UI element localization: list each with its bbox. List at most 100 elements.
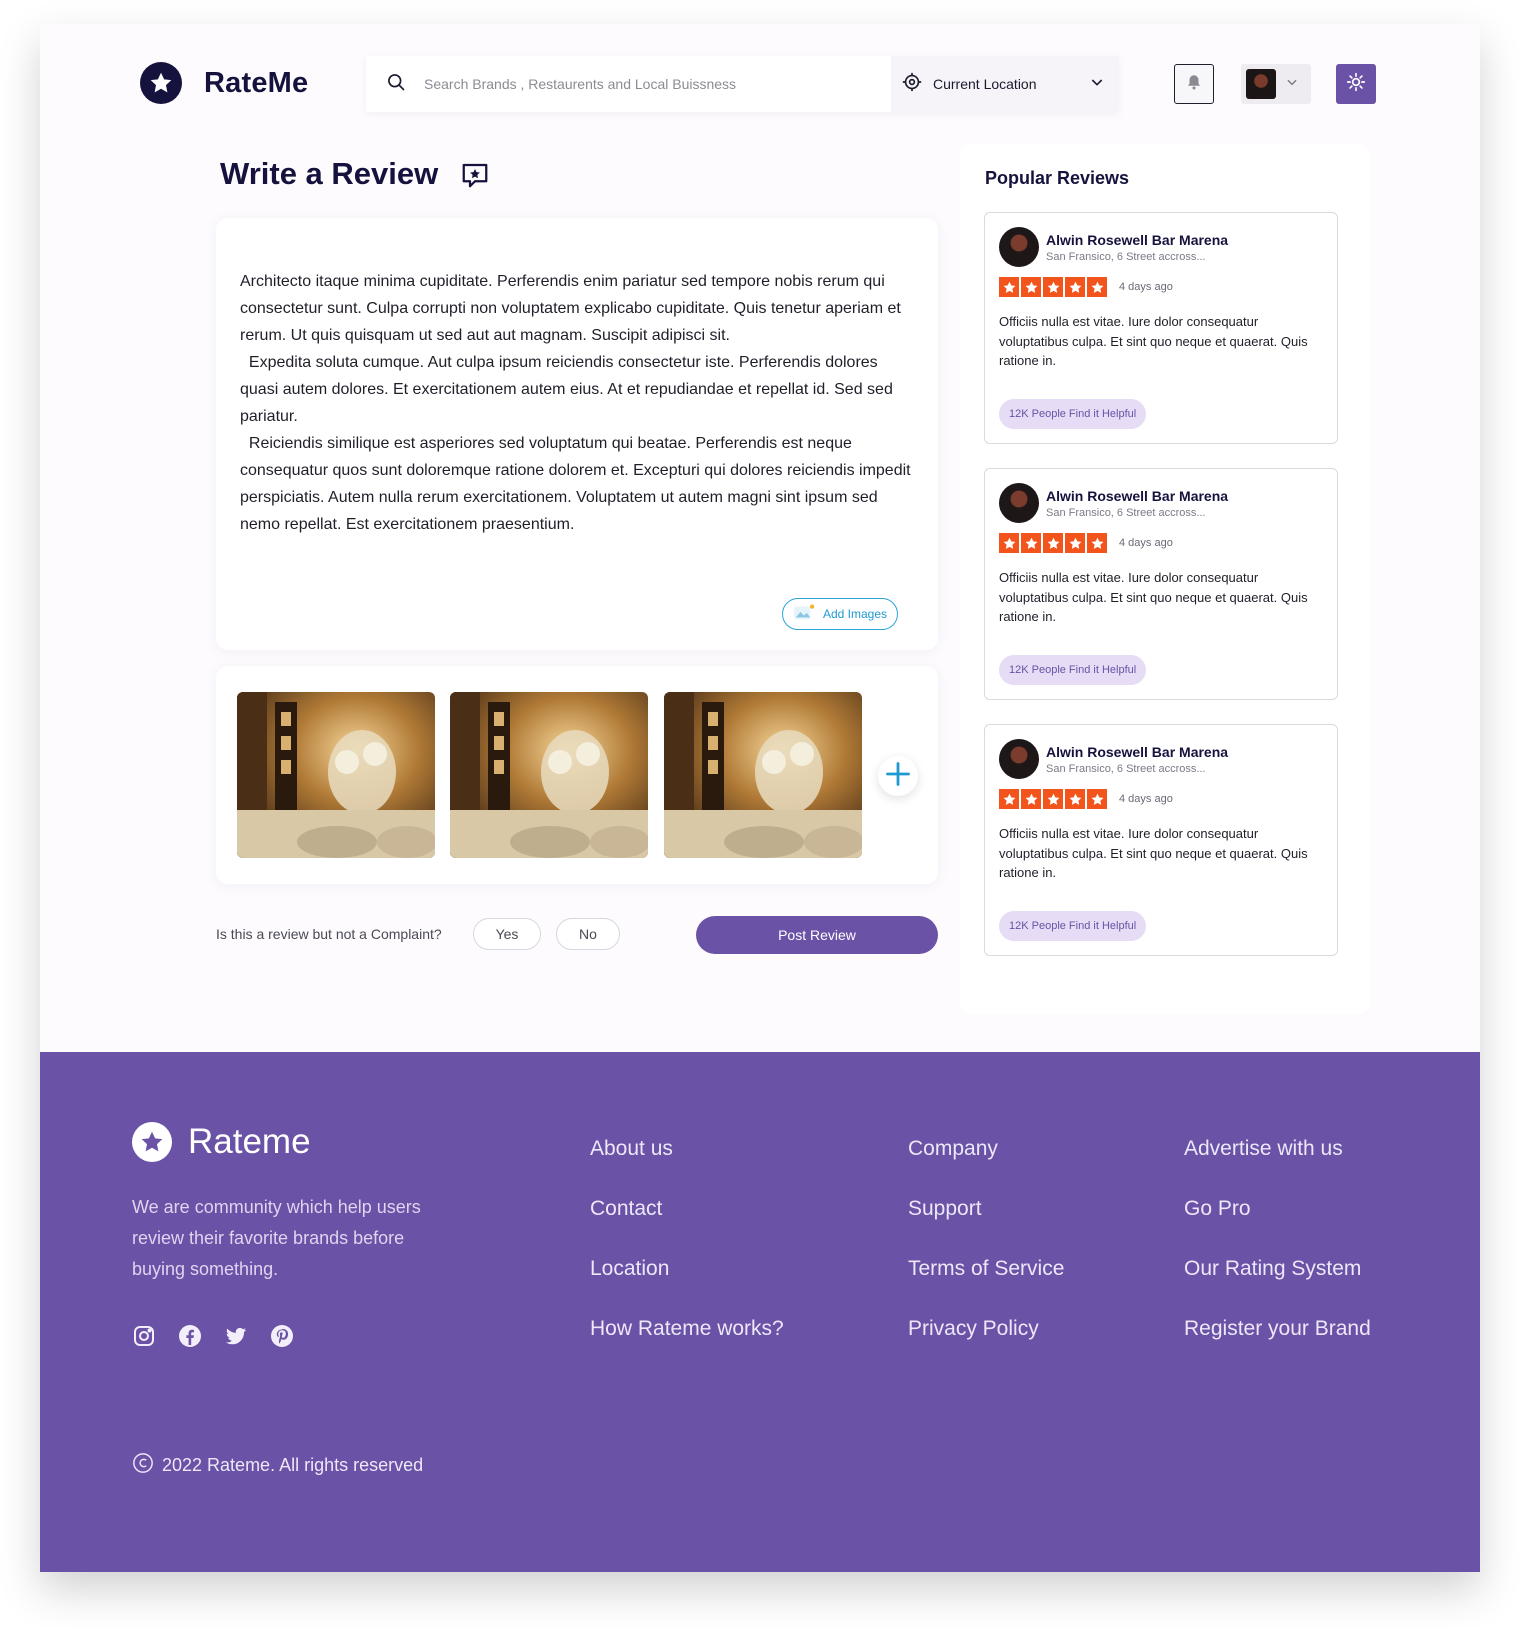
footer-link-location[interactable]: Location <box>590 1256 784 1316</box>
footer-column-business: Advertise with us Go Pro Our Rating Syst… <box>1184 1136 1371 1376</box>
star-icon <box>999 277 1019 297</box>
reviewer-name: Alwin Rosewell Bar Marena <box>1046 232 1229 248</box>
twitter-icon[interactable] <box>224 1324 248 1353</box>
pinterest-icon[interactable] <box>270 1324 294 1353</box>
footer-logo[interactable]: Rateme <box>132 1122 311 1162</box>
footer-link-rating-system[interactable]: Our Rating System <box>1184 1256 1371 1316</box>
brand-name: RateMe <box>204 66 309 99</box>
notifications-button[interactable] <box>1174 64 1214 104</box>
review-card[interactable]: Alwin Rosewell Bar Marena San Fransico, … <box>984 724 1338 956</box>
review-text: Officiis nulla est vitae. Iure dolor con… <box>999 570 1308 624</box>
chevron-down-icon <box>1285 75 1299 94</box>
search-bar: Current Location <box>366 56 1119 112</box>
star-icon <box>1021 277 1041 297</box>
review-card[interactable]: Alwin Rosewell Bar Marena San Fransico, … <box>984 212 1338 444</box>
footer-description: We are community which help users review… <box>132 1197 421 1279</box>
star-rating <box>999 277 1109 297</box>
star-rating <box>999 789 1109 809</box>
uploaded-image[interactable] <box>450 692 648 858</box>
copyright-icon <box>132 1452 154 1479</box>
footer-link-privacy[interactable]: Privacy Policy <box>908 1316 1064 1376</box>
footer-link-company[interactable]: Company <box>908 1136 1064 1196</box>
footer: Rateme We are community which help users… <box>40 1052 1480 1572</box>
review-card[interactable]: Alwin Rosewell Bar Marena San Fransico, … <box>984 468 1338 700</box>
add-images-button[interactable]: Add Images <box>781 598 898 630</box>
bell-icon <box>1185 72 1203 97</box>
reviewer-name: Alwin Rosewell Bar Marena <box>1046 488 1229 504</box>
review-text: Officiis nulla est vitae. Iure dolor con… <box>999 826 1308 880</box>
yes-button[interactable]: Yes <box>473 918 541 950</box>
copyright: 2022 Rateme. All rights reserved <box>132 1452 423 1479</box>
add-more-images-button[interactable] <box>878 756 918 796</box>
star-icon <box>1087 277 1107 297</box>
sidebar-title: Popular Reviews <box>985 168 1130 188</box>
star-icon <box>1043 277 1063 297</box>
avatar <box>999 483 1039 523</box>
no-button[interactable]: No <box>556 918 620 950</box>
page-title: Write a Review <box>220 156 439 191</box>
facebook-icon[interactable] <box>178 1324 202 1353</box>
avatar <box>999 227 1039 267</box>
uploaded-image[interactable] <box>237 692 435 858</box>
footer-brand-name: Rateme <box>188 1122 311 1161</box>
reviewer-location: San Fransico, 6 Street accross... <box>1046 251 1206 263</box>
add-images-label: Add Images <box>822 607 887 621</box>
review-star-icon <box>460 160 490 195</box>
popular-reviews-panel: Popular Reviews Alwin Rosewell Bar Maren… <box>960 144 1370 1014</box>
helpful-badge[interactable]: 12K People Find it Helpful <box>999 911 1147 941</box>
sun-icon <box>1346 72 1366 97</box>
star-icon <box>1043 533 1063 553</box>
profile-menu-button[interactable] <box>1241 64 1311 104</box>
uploaded-images-card <box>216 666 938 884</box>
star-icon <box>1021 533 1041 553</box>
chevron-down-icon <box>1089 74 1105 95</box>
star-logo-icon <box>140 62 182 104</box>
star-icon <box>1065 277 1085 297</box>
location-selector[interactable]: Current Location <box>891 56 1119 112</box>
footer-link-advertise[interactable]: Advertise with us <box>1184 1136 1371 1196</box>
social-links <box>132 1324 294 1353</box>
star-icon <box>1087 789 1107 809</box>
footer-link-go-pro[interactable]: Go Pro <box>1184 1196 1371 1256</box>
helpful-badge[interactable]: 12K People Find it Helpful <box>999 399 1147 429</box>
brand-logo[interactable]: RateMe <box>140 62 308 104</box>
star-rating <box>999 533 1109 553</box>
instagram-icon[interactable] <box>132 1324 156 1353</box>
image-icon <box>793 603 815 626</box>
post-review-button[interactable]: Post Review <box>696 916 938 954</box>
footer-link-support[interactable]: Support <box>908 1196 1064 1256</box>
reviewer-location: San Fransico, 6 Street accross... <box>1046 763 1206 775</box>
location-label: Current Location <box>933 76 1037 92</box>
review-editor-card: Architecto itaque minima cupiditate. Per… <box>216 218 938 650</box>
plus-icon <box>884 760 912 793</box>
avatar <box>999 739 1039 779</box>
avatar <box>1246 69 1276 99</box>
page-frame: RateMe Current Location <box>40 24 1480 1572</box>
footer-link-terms[interactable]: Terms of Service <box>908 1256 1064 1316</box>
footer-link-register-brand[interactable]: Register your Brand <box>1184 1316 1371 1376</box>
search-icon <box>386 72 406 97</box>
footer-link-about-us[interactable]: About us <box>590 1136 784 1196</box>
star-icon <box>999 789 1019 809</box>
star-icon <box>1043 789 1063 809</box>
review-time: 4 days ago <box>1119 281 1173 293</box>
complaint-question: Is this a review but not a Complaint? <box>216 926 442 942</box>
review-textarea[interactable]: Architecto itaque minima cupiditate. Per… <box>240 268 912 538</box>
theme-toggle-button[interactable] <box>1336 64 1376 104</box>
helpful-badge[interactable]: 12K People Find it Helpful <box>999 655 1147 685</box>
reviewer-location: San Fransico, 6 Street accross... <box>1046 507 1206 519</box>
star-logo-icon <box>132 1122 172 1162</box>
review-time: 4 days ago <box>1119 537 1173 549</box>
star-icon <box>1065 789 1085 809</box>
uploaded-image[interactable] <box>664 692 862 858</box>
star-icon <box>1021 789 1041 809</box>
review-text: Officiis nulla est vitae. Iure dolor con… <box>999 314 1308 368</box>
footer-link-contact[interactable]: Contact <box>590 1196 784 1256</box>
footer-column-about: About us Contact Location How Rateme wor… <box>590 1136 784 1376</box>
footer-column-company: Company Support Terms of Service Privacy… <box>908 1136 1064 1376</box>
footer-link-how-it-works[interactable]: How Rateme works? <box>590 1316 784 1376</box>
star-icon <box>1065 533 1085 553</box>
location-target-icon <box>901 71 923 98</box>
review-time: 4 days ago <box>1119 793 1173 805</box>
search-input[interactable] <box>424 76 864 92</box>
